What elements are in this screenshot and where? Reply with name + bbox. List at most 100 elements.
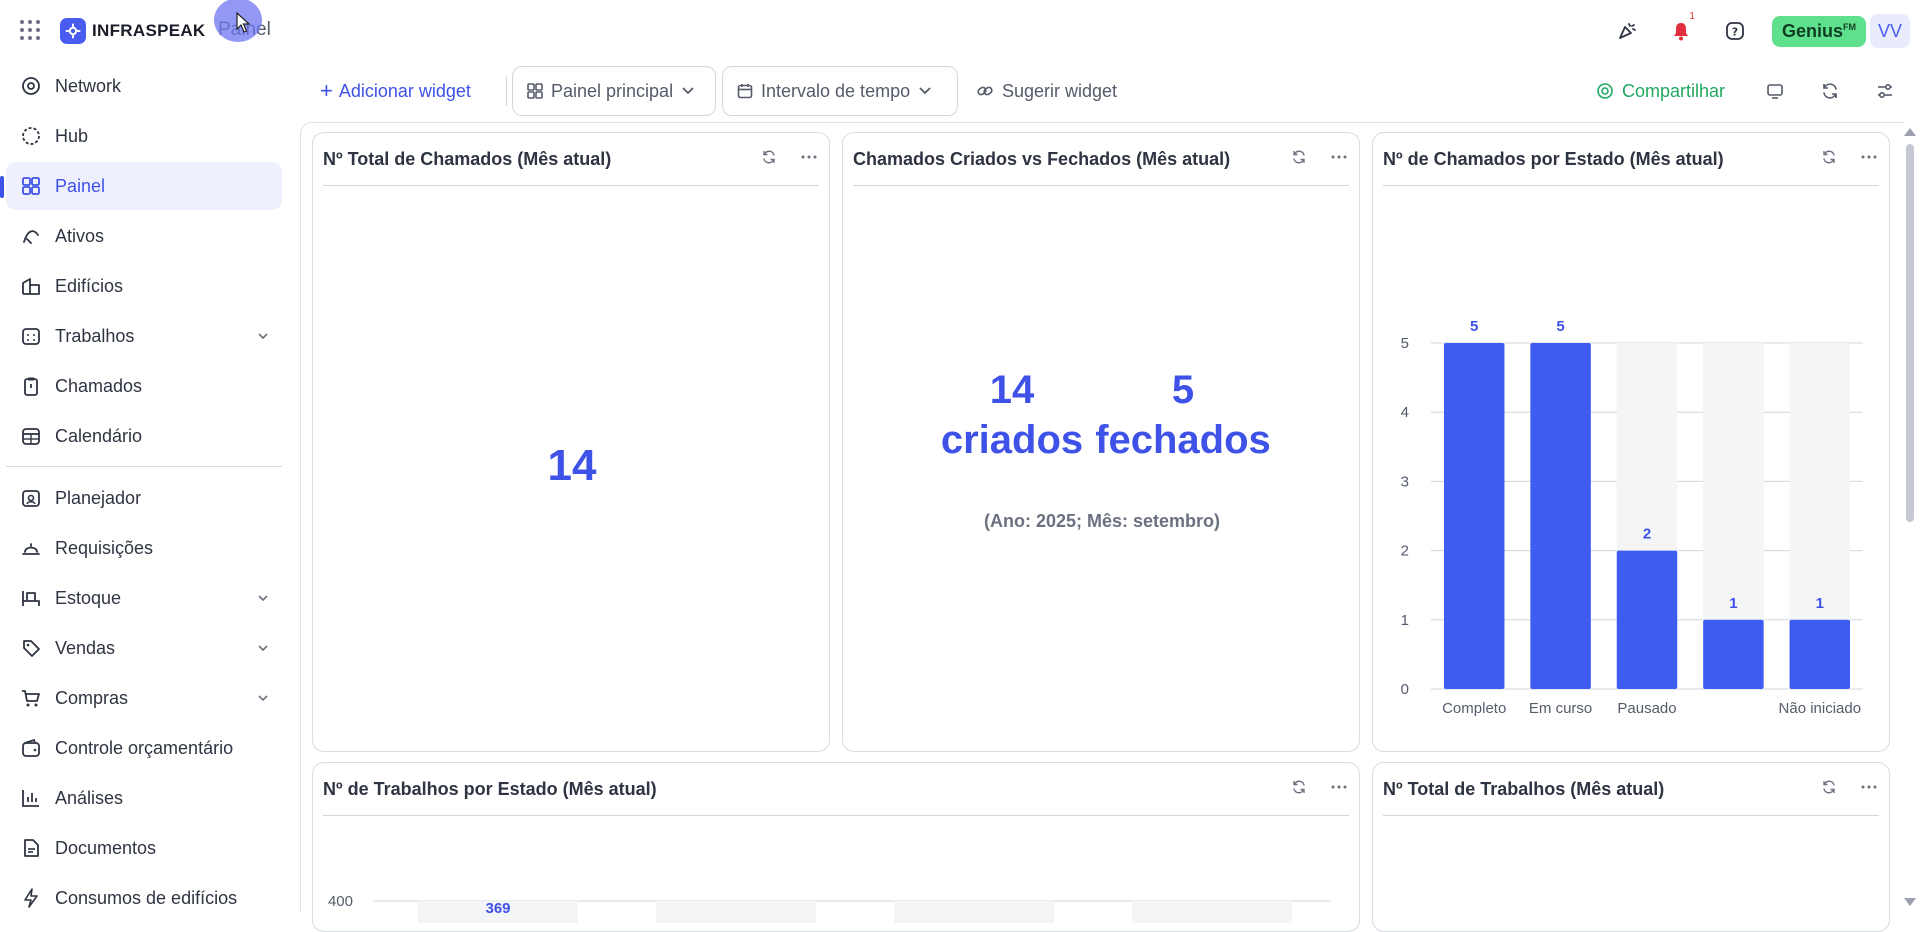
sidebar-item-ativos[interactable]: Ativos bbox=[6, 212, 282, 260]
presentation-mode-icon[interactable] bbox=[1762, 78, 1788, 104]
bar-track bbox=[894, 901, 1054, 923]
dashboard-toolbar: + Adicionar widget Painel principal Inte… bbox=[310, 66, 1910, 116]
sidebar-item-vendas[interactable]: Vendas bbox=[6, 624, 282, 672]
x-tick-label: Não iniciado bbox=[1779, 700, 1862, 717]
widget-divider bbox=[323, 185, 819, 186]
top-right-actions: 1 ? GeniusFM VV bbox=[1590, 11, 1920, 48]
sidebar-item-edificios[interactable]: Edifícios bbox=[6, 262, 282, 310]
sidebar-item-label: Requisições bbox=[55, 537, 154, 558]
building-icon bbox=[20, 275, 42, 297]
sidebar-item-painel[interactable]: Painel bbox=[6, 162, 282, 210]
sidebar-item-documentos[interactable]: Documentos bbox=[6, 824, 282, 872]
chevron-down-icon[interactable] bbox=[258, 641, 268, 655]
more-options-icon[interactable] bbox=[1329, 147, 1349, 167]
more-options-icon[interactable] bbox=[1329, 777, 1349, 797]
sidebar-item-label: Estoque bbox=[55, 587, 122, 608]
sidebar-item-requisicoes[interactable]: Requisições bbox=[6, 524, 282, 572]
link-icon bbox=[977, 86, 993, 96]
x-tick-label: Pausado bbox=[1617, 700, 1676, 717]
suggest-widget-button[interactable]: Sugerir widget bbox=[976, 66, 1117, 116]
help-icon[interactable]: ? bbox=[1718, 14, 1752, 48]
widget-title: Chamados Criados vs Fechados (Mês atual) bbox=[853, 149, 1231, 169]
scrollbar-thumb[interactable] bbox=[1906, 144, 1914, 522]
widget-actions bbox=[1289, 777, 1349, 797]
stock-icon bbox=[20, 587, 42, 609]
sidebar-item-hub[interactable]: Hub bbox=[6, 112, 282, 160]
announcements-icon[interactable] bbox=[1610, 14, 1644, 48]
refresh-icon[interactable] bbox=[1817, 78, 1843, 104]
refresh-icon[interactable] bbox=[1819, 147, 1839, 167]
refresh-icon[interactable] bbox=[1289, 147, 1309, 167]
data-label: 1 bbox=[1816, 595, 1824, 612]
sidebar-item-label: Hub bbox=[55, 125, 89, 146]
sidebar-item-chamados[interactable]: Chamados bbox=[6, 362, 282, 410]
clipboard-icon bbox=[20, 375, 42, 397]
bar bbox=[1443, 343, 1505, 689]
chevron-down-icon[interactable] bbox=[258, 329, 268, 343]
closed-value: 5 bbox=[1171, 368, 1195, 412]
chevron-down-icon bbox=[682, 87, 694, 95]
dashboard-select[interactable]: Painel principal bbox=[512, 66, 716, 116]
share-icon bbox=[1597, 83, 1613, 99]
more-options-icon[interactable] bbox=[1859, 777, 1879, 797]
chevron-down-icon[interactable] bbox=[258, 591, 268, 605]
bar bbox=[1616, 550, 1678, 689]
notifications-bell-icon[interactable]: 1 bbox=[1664, 11, 1698, 48]
widget-total-tickets: Nº Total de Chamados (Mês atual) 14 bbox=[312, 132, 830, 752]
svg-text:?: ? bbox=[1732, 26, 1738, 39]
bar bbox=[1789, 619, 1851, 689]
sidebar-item-trabalhos[interactable]: Trabalhos bbox=[6, 312, 282, 360]
top-bar: INFRASPEAK Painel 1 ? GeniusFM VV bbox=[0, 0, 1920, 62]
hub-icon bbox=[20, 125, 42, 147]
toolbar-separator bbox=[506, 76, 507, 106]
settings-sliders-icon[interactable] bbox=[1872, 78, 1898, 104]
bell-service-icon bbox=[20, 537, 42, 559]
y-tick-label: 4 bbox=[1401, 404, 1409, 421]
y-tick-label: 1 bbox=[1401, 612, 1409, 629]
x-tick-label: Em curso bbox=[1529, 700, 1592, 717]
sidebar-item-consumos-de-edificios[interactable]: Consumos de edifícios bbox=[6, 874, 282, 922]
suggest-widget-label: Sugerir widget bbox=[1002, 80, 1118, 101]
notifications-count: 1 bbox=[1689, 11, 1695, 22]
add-widget-button[interactable]: + Adicionar widget bbox=[320, 66, 471, 116]
user-avatar[interactable]: VV bbox=[1870, 14, 1910, 48]
scroll-down-arrow[interactable] bbox=[1904, 898, 1916, 906]
chevron-down-icon[interactable] bbox=[258, 691, 268, 705]
dashboard-select-label: Painel principal bbox=[551, 80, 674, 101]
genius-button[interactable]: GeniusFM bbox=[1771, 15, 1866, 47]
created-value: 14 bbox=[989, 368, 1035, 412]
sidebar-item-label: Compras bbox=[55, 687, 129, 708]
created-label: criados bbox=[940, 418, 1084, 462]
sidebar-item-label: Edifícios bbox=[55, 275, 124, 296]
refresh-icon[interactable] bbox=[759, 147, 779, 167]
widget-title: Nº de Trabalhos por Estado (Mês atual) bbox=[323, 779, 657, 799]
time-range-select[interactable]: Intervalo de tempo bbox=[722, 66, 958, 116]
apps-grid-icon[interactable] bbox=[20, 20, 40, 40]
sidebar-item-planejador[interactable]: Planejador bbox=[6, 474, 282, 522]
brand-logo[interactable]: INFRASPEAK bbox=[60, 18, 206, 44]
scroll-up-arrow[interactable] bbox=[1904, 128, 1916, 136]
sidebar-item-controle-orcamentario[interactable]: Controle orçamentário bbox=[6, 724, 282, 772]
sidebar-item-compras[interactable]: Compras bbox=[6, 674, 282, 722]
refresh-icon[interactable] bbox=[1819, 777, 1839, 797]
share-button[interactable]: Compartilhar bbox=[1596, 66, 1725, 116]
closed-label: fechados bbox=[1095, 418, 1271, 462]
widget-title: Nº Total de Trabalhos (Mês atual) bbox=[1383, 779, 1665, 799]
sidebar-item-analises[interactable]: Análises bbox=[6, 774, 282, 822]
more-options-icon[interactable] bbox=[1859, 147, 1879, 167]
sidebar-item-estoque[interactable]: Estoque bbox=[6, 574, 282, 622]
sidebar-item-calendario[interactable]: Calendário bbox=[6, 412, 282, 460]
more-options-icon[interactable] bbox=[799, 147, 819, 167]
widget-divider bbox=[323, 815, 1349, 816]
refresh-icon[interactable] bbox=[1289, 777, 1309, 797]
bar-track bbox=[1132, 901, 1292, 923]
sidebar-item-network[interactable]: Network bbox=[6, 62, 282, 110]
page-scrollbar[interactable] bbox=[1902, 122, 1920, 912]
jobs-by-state-chart: 400 369 bbox=[328, 893, 1331, 923]
sidebar-item-label: Painel bbox=[55, 175, 106, 196]
created-block: 14 criados bbox=[927, 365, 1097, 465]
widget-title: Nº Total de Chamados (Mês atual) bbox=[323, 149, 612, 169]
widget-created-vs-closed: Chamados Criados vs Fechados (Mês atual)… bbox=[842, 132, 1360, 752]
widget-divider bbox=[853, 185, 1349, 186]
y-tick-label: 2 bbox=[1401, 543, 1409, 560]
